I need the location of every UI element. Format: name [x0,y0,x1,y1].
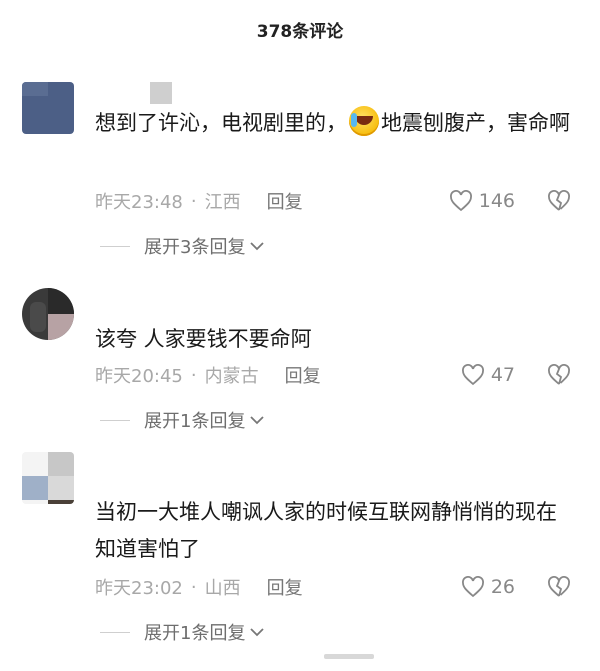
comment-text: 想到了许沁，电视剧里的， 地震刨腹产，害命啊 [95,105,575,142]
comment-meta: 昨天20:45 · 内蒙古 回复 47 [95,360,585,390]
comment-location: 内蒙古 [204,366,259,387]
comment-text: 该夸 人家要钱不要命阿 [95,327,312,351]
comment-count-title: 378条评论 [256,21,344,42]
watermark [324,654,374,659]
like-button[interactable]: 26 [461,576,515,598]
separator-dot: · [190,364,197,386]
comment-text-part: 地震刨腹产，害命啊 [381,111,570,135]
like-button[interactable]: 146 [449,190,515,212]
expand-replies-button[interactable]: 展开1条回复 [100,405,265,435]
comment-meta: 昨天23:48 · 江西 回复 146 [95,186,585,216]
heart-icon [461,364,484,386]
reply-button[interactable]: 回复 [267,574,303,600]
expand-replies-button[interactable]: 展开1条回复 [100,617,265,647]
avatar-decoration [150,82,172,104]
heart-icon [449,190,472,212]
heart-icon [461,576,484,598]
comment-time: 昨天23:48 [95,192,183,213]
dislike-button[interactable] [547,364,571,386]
like-count: 47 [490,364,515,386]
avatar[interactable] [22,288,74,340]
divider-line [100,419,130,421]
expand-replies-label: 展开1条回复 [144,623,246,644]
divider-line [100,245,130,247]
like-count: 26 [490,576,515,598]
comment-meta: 昨天23:02 · 山西 回复 26 [95,572,585,602]
avatar[interactable] [22,82,74,134]
comments-header: 378条评论 [0,0,600,58]
broken-heart-icon [548,190,570,211]
comment-text: 当初一大堆人嘲讽人家的时候互联网静悄悄的现在知道害怕了 [95,500,557,561]
crying-laughing-emoji-icon [349,106,379,136]
like-count: 146 [478,190,515,212]
broken-heart-icon [548,364,570,385]
chevron-down-icon [250,242,265,251]
comment-location: 江西 [204,192,241,213]
chevron-down-icon [250,416,265,425]
separator-dot: · [190,576,197,598]
avatar[interactable] [22,452,74,504]
expand-replies-label: 展开3条回复 [144,237,246,258]
comment-location: 山西 [204,578,241,599]
chevron-down-icon [250,628,265,637]
comment-time: 昨天20:45 [95,366,183,387]
broken-heart-icon [548,576,570,597]
comment-text-part: 想到了许沁，电视剧里的， [95,111,347,135]
reply-button[interactable]: 回复 [285,362,321,388]
dislike-button[interactable] [547,576,571,598]
like-button[interactable]: 47 [461,364,515,386]
expand-replies-button[interactable]: 展开3条回复 [100,231,265,261]
separator-dot: · [190,190,197,212]
reply-button[interactable]: 回复 [267,188,303,214]
comment-time: 昨天23:02 [95,578,183,599]
dislike-button[interactable] [547,190,571,212]
expand-replies-label: 展开1条回复 [144,411,246,432]
divider-line [100,631,130,633]
